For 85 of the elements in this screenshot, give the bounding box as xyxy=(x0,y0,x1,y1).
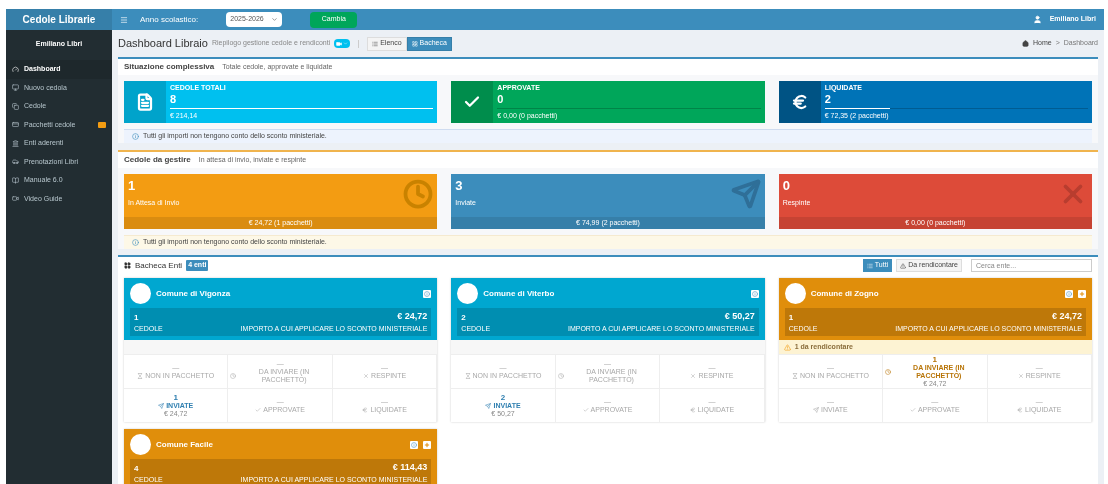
building-icon xyxy=(12,139,19,147)
tile-value: 1 xyxy=(128,177,137,195)
clock-icon xyxy=(230,373,237,379)
brand-title: Cedole Librarie xyxy=(6,9,112,30)
euro-icon xyxy=(1017,407,1024,413)
clock-icon xyxy=(885,369,892,375)
logo-placeholder xyxy=(784,283,806,304)
entity-total: € 50,27 xyxy=(723,310,755,323)
entity-name: Comune di Viterbo xyxy=(483,287,556,300)
menu-icon[interactable] xyxy=(120,15,128,24)
euro-icon xyxy=(689,407,696,413)
cedole-count: 1 xyxy=(134,311,140,324)
info-button[interactable] xyxy=(410,440,419,449)
section-title: Situazione complessiva xyxy=(124,61,215,73)
caret-icon xyxy=(343,41,349,46)
clock-icon xyxy=(403,179,434,209)
tile-value: 0 xyxy=(782,177,791,195)
paper-plane-icon xyxy=(158,403,165,409)
board-title: Bacheca Enti xyxy=(135,259,183,272)
info-button[interactable] xyxy=(423,289,432,298)
cross-icon xyxy=(690,373,697,379)
logo-placeholder xyxy=(457,283,479,304)
grid-icon xyxy=(124,262,131,269)
euro-icon xyxy=(790,93,809,111)
tile-value: 8 xyxy=(170,92,178,106)
add-button[interactable] xyxy=(1078,289,1086,298)
entity-name: Comune di Vigonza xyxy=(156,287,232,300)
info-icon xyxy=(424,290,431,297)
paper-plane-icon xyxy=(730,179,761,209)
tile-value: 2 xyxy=(824,92,832,106)
entity-name: Comune Facile xyxy=(156,438,214,451)
tile-value: 3 xyxy=(455,177,464,195)
page-title: Dashboard Libraio xyxy=(118,36,208,52)
entity-name: Comune di Zogno xyxy=(810,287,880,300)
grid-icon xyxy=(411,40,418,47)
plus-icon xyxy=(1079,290,1085,297)
plus-icon xyxy=(424,441,431,448)
paper-plane-icon xyxy=(813,407,819,413)
logo-placeholder xyxy=(130,283,151,304)
euro-icon xyxy=(362,407,369,413)
check-icon xyxy=(909,407,916,413)
check-icon xyxy=(255,407,262,413)
cedole-count: 4 xyxy=(134,462,140,475)
section-title: Cedole da gestire xyxy=(124,154,191,166)
video-icon xyxy=(336,40,343,47)
entity-total: € 24,72 xyxy=(396,310,428,323)
info-icon xyxy=(132,133,139,140)
video-button[interactable] xyxy=(334,39,351,48)
info-button[interactable] xyxy=(1065,289,1073,298)
copy-icon xyxy=(12,102,19,110)
tile-value: 0 xyxy=(497,92,505,106)
year-label: Anno scolastico: xyxy=(140,13,199,26)
info-icon xyxy=(132,239,139,246)
entity-total: € 24,72 xyxy=(1050,310,1082,323)
cedole-count: 2 xyxy=(461,311,467,324)
gauge-icon xyxy=(12,65,19,73)
cedole-count: 1 xyxy=(788,311,795,324)
hourglass-icon xyxy=(137,373,144,379)
warning-icon xyxy=(900,262,907,269)
document-icon xyxy=(136,93,154,111)
warning-icon xyxy=(783,343,791,351)
paper-plane-icon xyxy=(485,403,492,409)
info-icon xyxy=(1066,290,1072,297)
monitor-icon xyxy=(12,84,19,92)
logo-placeholder xyxy=(130,434,151,455)
hourglass-icon xyxy=(464,373,471,379)
card-icon xyxy=(12,121,19,129)
car-icon xyxy=(12,158,19,166)
list-icon xyxy=(866,262,873,269)
info-icon xyxy=(751,290,758,297)
user-icon xyxy=(1032,15,1042,24)
clock-icon xyxy=(557,373,564,379)
home-icon xyxy=(1021,40,1029,47)
chevron-down-icon xyxy=(271,16,279,23)
cross-icon xyxy=(363,373,370,379)
book-icon xyxy=(12,176,19,184)
entity-total: € 114,43 xyxy=(391,461,428,474)
info-icon xyxy=(411,441,418,448)
list-icon xyxy=(372,40,379,47)
check-icon xyxy=(582,407,589,413)
add-button[interactable] xyxy=(423,440,432,449)
video-icon xyxy=(12,195,19,203)
cross-icon xyxy=(1017,373,1024,379)
info-button[interactable] xyxy=(750,289,759,298)
hourglass-icon xyxy=(791,373,798,379)
